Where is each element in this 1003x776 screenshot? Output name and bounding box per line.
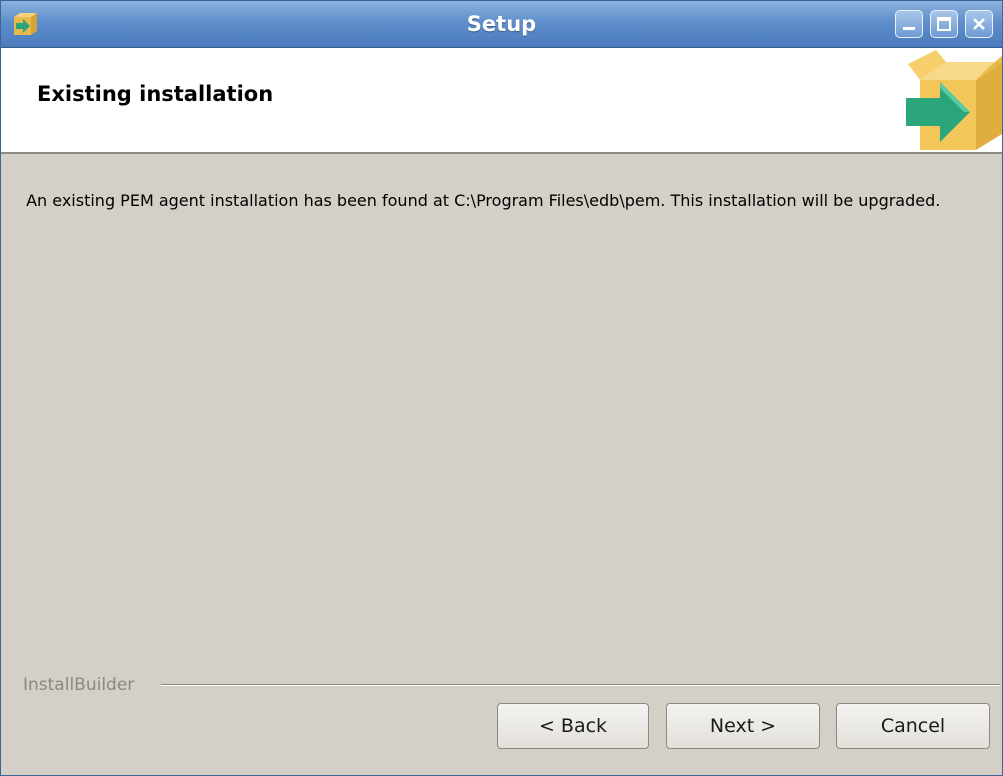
- separator-line: [161, 684, 1000, 686]
- maximize-button[interactable]: [930, 10, 958, 38]
- next-button[interactable]: Next >: [666, 703, 820, 749]
- header-banner: Existing installation: [1, 48, 1002, 154]
- existing-installation-message: An existing PEM agent installation has b…: [21, 191, 941, 210]
- close-button[interactable]: [965, 10, 993, 38]
- window-title: Setup: [466, 12, 537, 36]
- back-button[interactable]: < Back: [497, 703, 649, 749]
- brand-separator: InstallBuilder: [1, 673, 1002, 697]
- page-title: Existing installation: [37, 82, 274, 106]
- setup-window: Setup Existing installation An existing …: [0, 0, 1003, 776]
- brand-label: InstallBuilder: [23, 673, 141, 697]
- cancel-button[interactable]: Cancel: [836, 703, 990, 749]
- minimize-button[interactable]: [895, 10, 923, 38]
- title-bar[interactable]: Setup: [1, 1, 1002, 48]
- box-arrow-icon: [898, 50, 1002, 152]
